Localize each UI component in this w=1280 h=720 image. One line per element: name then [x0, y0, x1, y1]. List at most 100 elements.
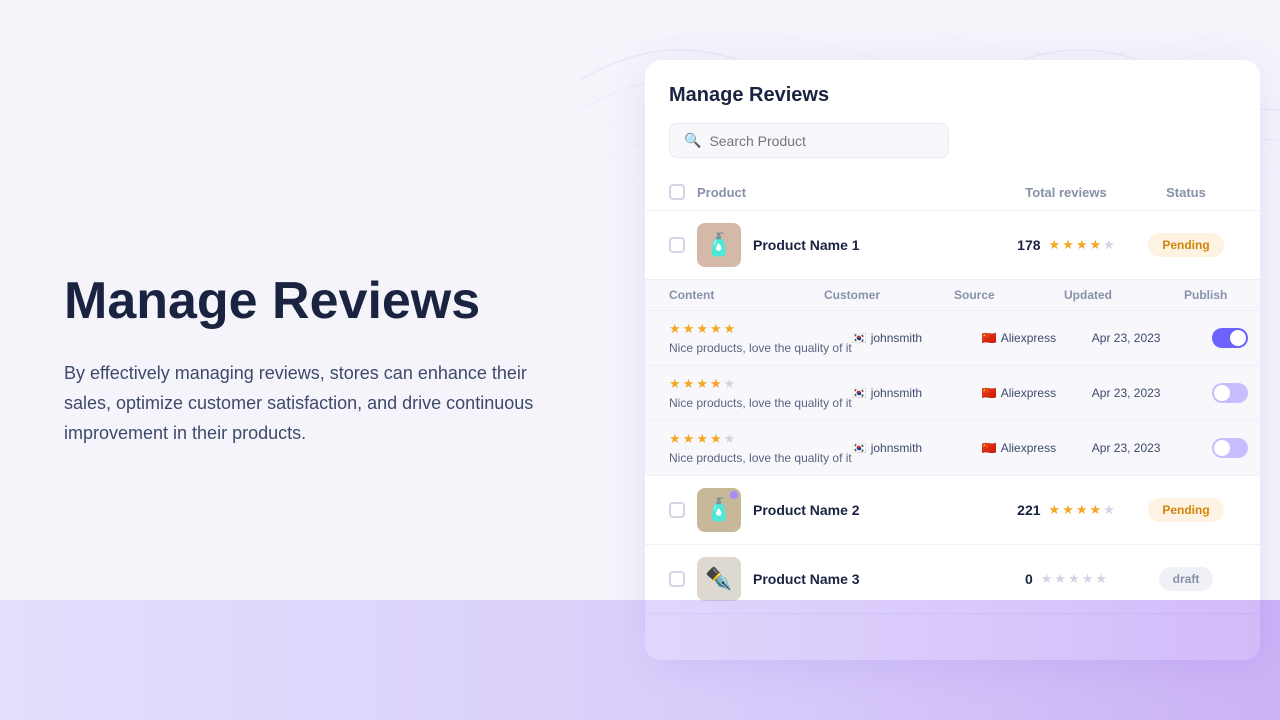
source-flag-icon: 🇨🇳 [982, 331, 997, 345]
star-icon: ★ [1103, 502, 1115, 518]
product-main-row[interactable]: 🧴 Product Name 1 178 ★★★★★ Pending [645, 211, 1260, 279]
status-badge: Pending [1148, 233, 1223, 257]
star-icon: ★ [683, 321, 695, 337]
status-badge: draft [1159, 567, 1214, 591]
star-icon: ★ [1090, 237, 1102, 253]
sub-header-publish: Publish [1184, 288, 1244, 302]
row-checkbox[interactable] [669, 571, 685, 587]
star-icon: ★ [710, 321, 722, 337]
product-thumbnail: ✒️ [697, 557, 741, 601]
star-icon: ★ [710, 431, 722, 447]
star-icon: ★ [1041, 571, 1053, 587]
flag-icon: 🇰🇷 [852, 386, 867, 400]
page-hero-title: Manage Reviews [64, 272, 576, 332]
star-icon: ★ [696, 321, 708, 337]
review-source: 🇨🇳 Aliexpress [982, 386, 1092, 400]
product-info: 🧴 Product Name 1 [697, 223, 996, 267]
status-cell: Pending [1136, 233, 1236, 257]
star-icon: ★ [1049, 237, 1061, 253]
flag-icon: 🇰🇷 [852, 441, 867, 455]
product-stars: ★★★★★ [1049, 237, 1115, 253]
sub-header-content: Content [669, 288, 824, 302]
source-name: Aliexpress [1001, 386, 1056, 400]
customer-name: johnsmith [871, 331, 922, 345]
reviews-number: 221 [1017, 502, 1040, 518]
source-name: Aliexpress [1001, 331, 1056, 345]
left-panel: Manage Reviews By effectively managing r… [0, 0, 640, 720]
row-checkbox[interactable] [669, 237, 685, 253]
status-cell: Pending [1136, 498, 1236, 522]
review-text: Nice products, love the quality of it [669, 451, 852, 465]
product-row: 🧴 Product Name 2 221 ★★★★★ Pending [645, 476, 1260, 545]
row-checkbox[interactable] [669, 502, 685, 518]
review-sub-header: Content Customer Source Updated Publish [645, 280, 1260, 311]
select-all-checkbox[interactable] [669, 184, 685, 200]
search-bar[interactable]: 🔍 [669, 123, 949, 158]
column-total-reviews: Total reviews [996, 185, 1136, 200]
product-main-row[interactable]: ✒️ Product Name 3 0 ★★★★★ draft [645, 545, 1260, 613]
right-panel: Manage Reviews 🔍 Product Total reviews S… [635, 0, 1280, 720]
review-item: ★★★★★ Nice products, love the quality of… [645, 311, 1260, 366]
product-thumbnail: 🧴 [697, 223, 741, 267]
star-icon: ★ [724, 431, 736, 447]
reviews-card: Manage Reviews 🔍 Product Total reviews S… [645, 60, 1260, 660]
star-icon: ★ [683, 376, 695, 392]
star-icon: ★ [696, 431, 708, 447]
star-icon: ★ [696, 376, 708, 392]
star-icon: ★ [724, 321, 736, 337]
search-input[interactable] [709, 133, 934, 149]
card-header: Manage Reviews 🔍 [645, 84, 1260, 174]
source-name: Aliexpress [1001, 441, 1056, 455]
review-updated: Apr 23, 2023 [1092, 331, 1212, 345]
star-icon: ★ [1095, 571, 1107, 587]
review-content: ★★★★★ Nice products, love the quality of… [669, 321, 852, 355]
product-main-row[interactable]: 🧴 Product Name 2 221 ★★★★★ Pending [645, 476, 1260, 544]
status-cell: draft [1136, 567, 1236, 591]
reviews-count: 178 ★★★★★ [996, 237, 1136, 253]
star-icon: ★ [669, 431, 681, 447]
products-list: 🧴 Product Name 1 178 ★★★★★ Pending Conte… [645, 211, 1260, 614]
review-updated: Apr 23, 2023 [1092, 386, 1212, 400]
star-icon: ★ [1049, 502, 1061, 518]
flag-icon: 🇰🇷 [852, 331, 867, 345]
star-icon: ★ [1062, 237, 1074, 253]
product-info: 🧴 Product Name 2 [697, 488, 996, 532]
review-stars: ★★★★★ [669, 321, 852, 337]
star-icon: ★ [710, 376, 722, 392]
review-source: 🇨🇳 Aliexpress [982, 441, 1092, 455]
table-header: Product Total reviews Status [645, 174, 1260, 211]
review-text: Nice products, love the quality of it [669, 396, 852, 410]
sub-header-updated: Updated [1064, 288, 1184, 302]
customer-name: johnsmith [871, 441, 922, 455]
source-flag-icon: 🇨🇳 [982, 441, 997, 455]
product-info: ✒️ Product Name 3 [697, 557, 996, 601]
star-icon: ★ [1103, 237, 1115, 253]
publish-toggle[interactable] [1212, 438, 1248, 458]
review-stars: ★★★★★ [669, 376, 852, 392]
review-customer: 🇰🇷 johnsmith [852, 441, 982, 455]
review-content: ★★★★★ Nice products, love the quality of… [669, 431, 852, 465]
review-customer: 🇰🇷 johnsmith [852, 331, 982, 345]
publish-toggle[interactable] [1212, 328, 1248, 348]
review-stars: ★★★★★ [669, 431, 852, 447]
star-icon: ★ [1068, 571, 1080, 587]
publish-toggle[interactable] [1212, 383, 1248, 403]
product-row: ✒️ Product Name 3 0 ★★★★★ draft [645, 545, 1260, 614]
reviews-number: 0 [1025, 571, 1033, 587]
product-name: Product Name 2 [753, 502, 860, 518]
review-content: ★★★★★ Nice products, love the quality of… [669, 376, 852, 410]
product-name: Product Name 3 [753, 571, 860, 587]
product-stars: ★★★★★ [1049, 502, 1115, 518]
review-item: ★★★★★ Nice products, love the quality of… [645, 366, 1260, 421]
product-row: 🧴 Product Name 1 178 ★★★★★ Pending Conte… [645, 211, 1260, 476]
product-thumbnail: 🧴 [697, 488, 741, 532]
product-dot [730, 491, 738, 499]
product-stars: ★★★★★ [1041, 571, 1107, 587]
search-icon: 🔍 [684, 132, 701, 149]
source-flag-icon: 🇨🇳 [982, 386, 997, 400]
star-icon: ★ [683, 431, 695, 447]
star-icon: ★ [1076, 502, 1088, 518]
star-icon: ★ [1054, 571, 1066, 587]
star-icon: ★ [1076, 237, 1088, 253]
page-hero-description: By effectively managing reviews, stores … [64, 359, 544, 448]
